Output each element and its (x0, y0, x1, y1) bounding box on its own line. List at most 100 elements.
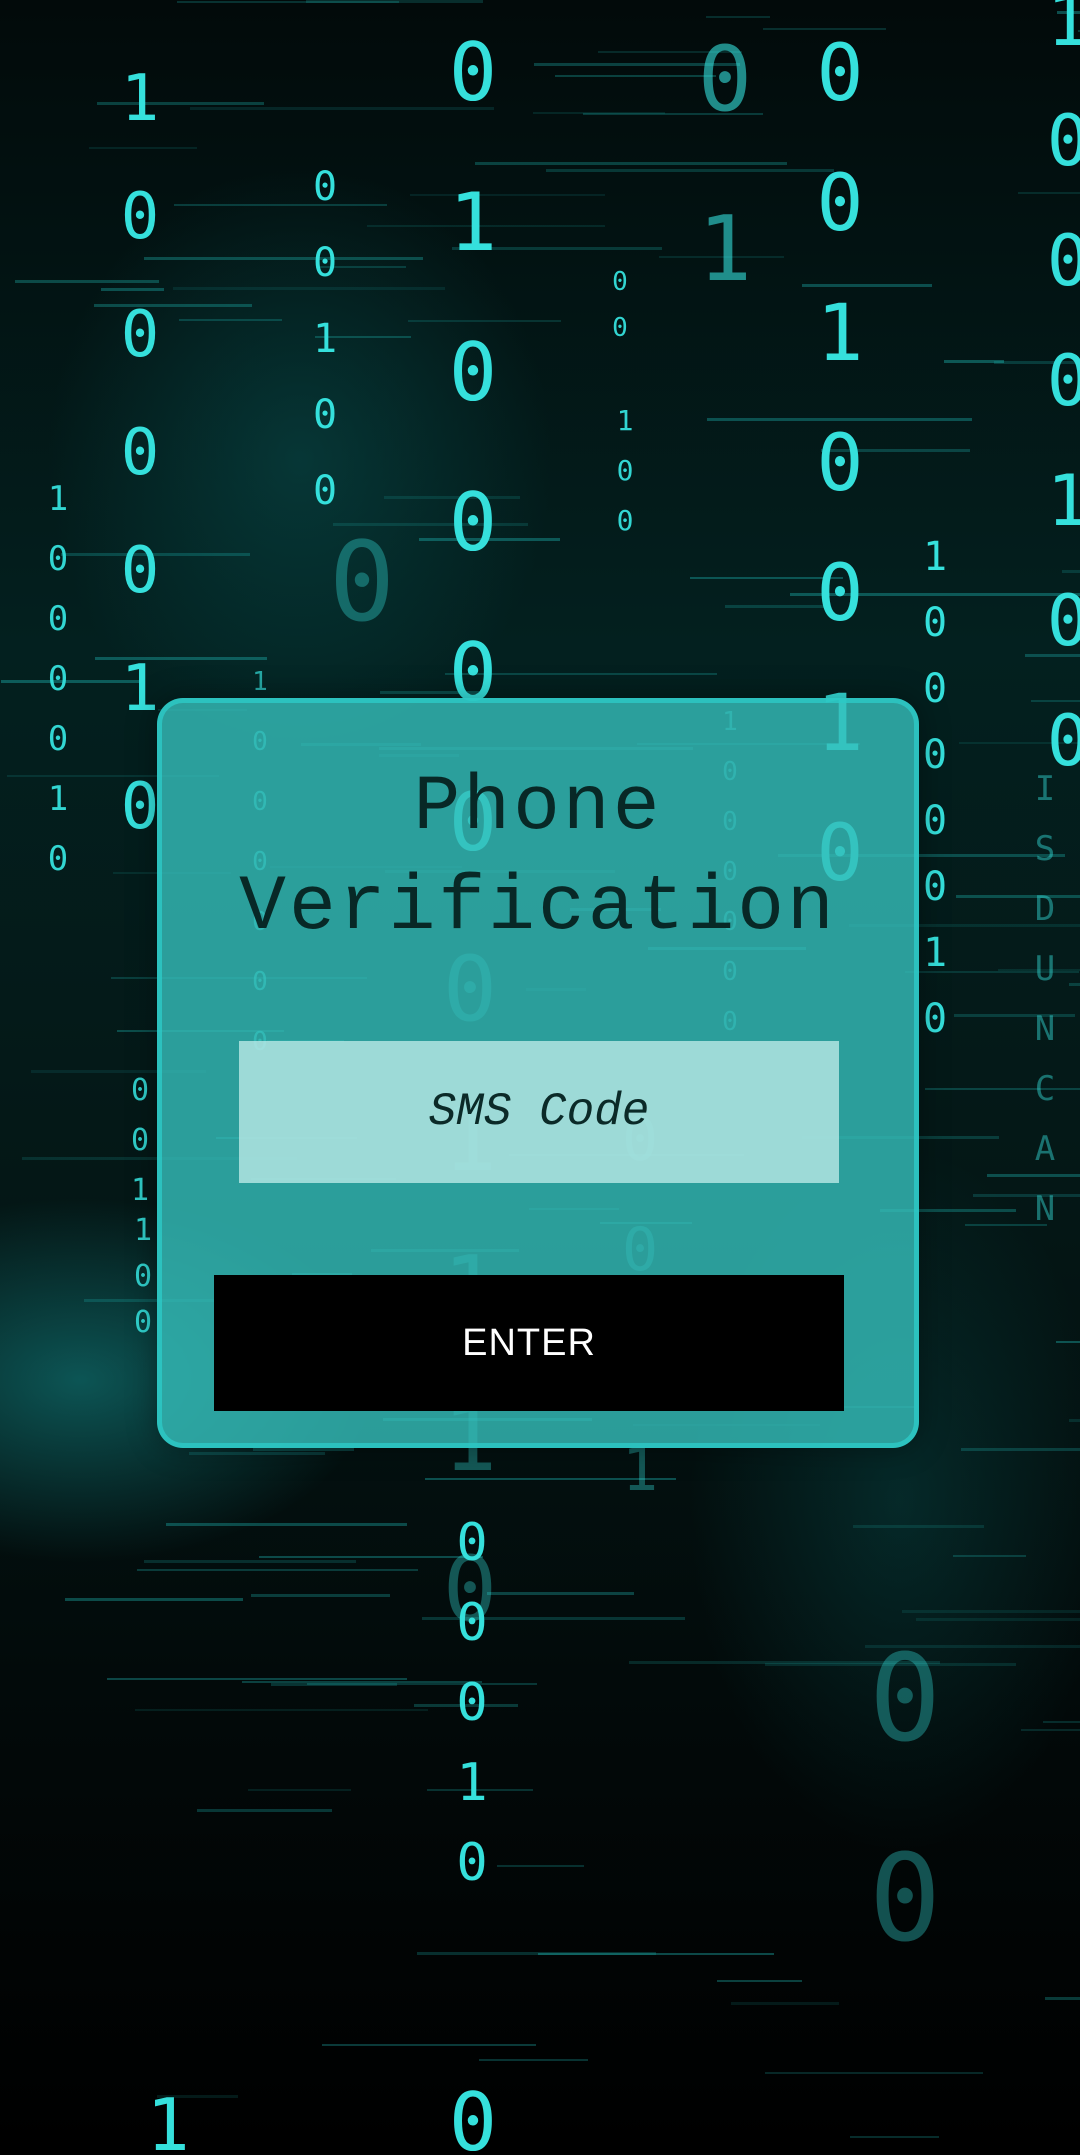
binary-digit: 0 (134, 1305, 152, 1340)
binary-digit: 1 (131, 1173, 149, 1208)
binary-digit: N (1035, 1009, 1055, 1049)
binary-digit: 0 (923, 600, 947, 646)
binary-digit: 1 (1047, 460, 1080, 542)
background-streak (271, 1683, 397, 1686)
background-streak (987, 1174, 1080, 1177)
background-streak (322, 2044, 536, 2046)
binary-digit: 1 (449, 176, 497, 269)
background-streak (916, 1618, 1080, 1621)
binary-digit: 0 (48, 719, 68, 759)
background-streak (408, 320, 561, 322)
binary-digit: 1 (456, 1753, 487, 1813)
binary-digit: 0 (923, 666, 947, 712)
binary-digit: 0 (923, 798, 947, 844)
binary-digit: 0 (612, 267, 628, 297)
background-streak (173, 287, 445, 290)
background-streak (555, 75, 716, 77)
background-streak (306, 0, 483, 3)
background-streak (242, 1681, 482, 1683)
binary-digit: 0 (817, 159, 864, 249)
binary-digit: 1 (698, 197, 752, 302)
binary-digit: 1 (817, 289, 864, 379)
binary-digit: 0 (121, 416, 160, 490)
binary-digit: 0 (313, 468, 337, 514)
binary-digit: 0 (456, 1833, 487, 1893)
binary-digit: 0 (1047, 220, 1080, 302)
binary-digit: 0 (869, 1630, 941, 1769)
binary-digit: I (1035, 769, 1055, 809)
binary-digit: 0 (817, 29, 864, 119)
binary-digit: 0 (817, 419, 864, 509)
background-streak (189, 1452, 325, 1455)
binary-digit: 0 (1047, 100, 1080, 182)
app-screen: 1000010100001000100010000000100010010000… (0, 0, 1080, 2155)
background-streak (1062, 570, 1080, 573)
binary-digit: 0 (121, 298, 160, 372)
binary-digit: 0 (449, 2076, 497, 2155)
background-streak (1069, 983, 1080, 986)
background-streak (197, 1809, 332, 1812)
background-streak (1056, 1341, 1080, 1343)
background-streak (1043, 1721, 1080, 1723)
background-streak (248, 1789, 351, 1791)
binary-digit: 0 (121, 180, 160, 254)
binary-digit: 1 (121, 62, 160, 136)
binary-digit: 1 (313, 316, 337, 362)
background-streak (1069, 1419, 1080, 1422)
binary-digit: 0 (1047, 340, 1080, 422)
background-streak (853, 1525, 984, 1528)
binary-digit: 0 (449, 476, 497, 569)
background-streak (475, 162, 787, 165)
background-streak (717, 1980, 802, 1982)
binary-digit: 0 (48, 539, 68, 579)
background-streak (956, 895, 1080, 898)
binary-digit: 0 (329, 518, 395, 646)
background-streak (15, 280, 159, 283)
binary-digit: 1 (134, 1213, 152, 1248)
background-streak (410, 194, 605, 196)
binary-digit: D (1035, 889, 1055, 929)
binary-digit: 0 (48, 659, 68, 699)
background-streak (802, 284, 932, 287)
binary-digit: 0 (121, 770, 160, 844)
binary-digit: 0 (131, 1073, 149, 1108)
background-streak (487, 1592, 634, 1595)
binary-digit: 1 (121, 652, 160, 726)
background-streak (65, 1598, 243, 1601)
binary-digit: 0 (923, 996, 947, 1042)
background-streak (731, 2002, 839, 2005)
background-streak (94, 304, 252, 307)
binary-digit: 0 (48, 599, 68, 639)
binary-digit: 0 (923, 864, 947, 910)
binary-digit: 0 (313, 240, 337, 286)
binary-digit: 1 (923, 534, 947, 580)
binary-digit: N (1035, 1189, 1055, 1229)
binary-digit: 0 (617, 454, 634, 487)
binary-digit: 0 (869, 1830, 941, 1969)
binary-digit: 1 (48, 779, 68, 819)
binary-digit: 0 (134, 1259, 152, 1294)
background-streak (479, 2059, 588, 2061)
binary-digit: 0 (698, 27, 752, 132)
binary-digit: 0 (612, 313, 628, 343)
background-streak (135, 1709, 428, 1711)
sms-code-input[interactable] (239, 1041, 839, 1183)
enter-button[interactable]: ENTER (214, 1275, 844, 1411)
binary-digit: 1 (617, 404, 634, 437)
binary-digit: 0 (313, 164, 337, 210)
background-streak (497, 1865, 584, 1867)
binary-digit: 0 (923, 732, 947, 778)
background-streak (144, 1560, 356, 1563)
background-streak (101, 288, 164, 291)
background-streak (137, 1569, 418, 1571)
verification-card: Phone Verification ENTER (157, 698, 919, 1448)
background-streak (166, 1523, 407, 1526)
binary-digit: 0 (449, 26, 497, 119)
background-streak (546, 169, 834, 172)
binary-digit: 0 (48, 839, 68, 879)
background-streak (179, 319, 282, 321)
background-streak (953, 1555, 1026, 1557)
binary-digit: 1 (146, 2083, 189, 2155)
binary-digit: 1 (48, 479, 68, 519)
background-streak (925, 1088, 1080, 1090)
